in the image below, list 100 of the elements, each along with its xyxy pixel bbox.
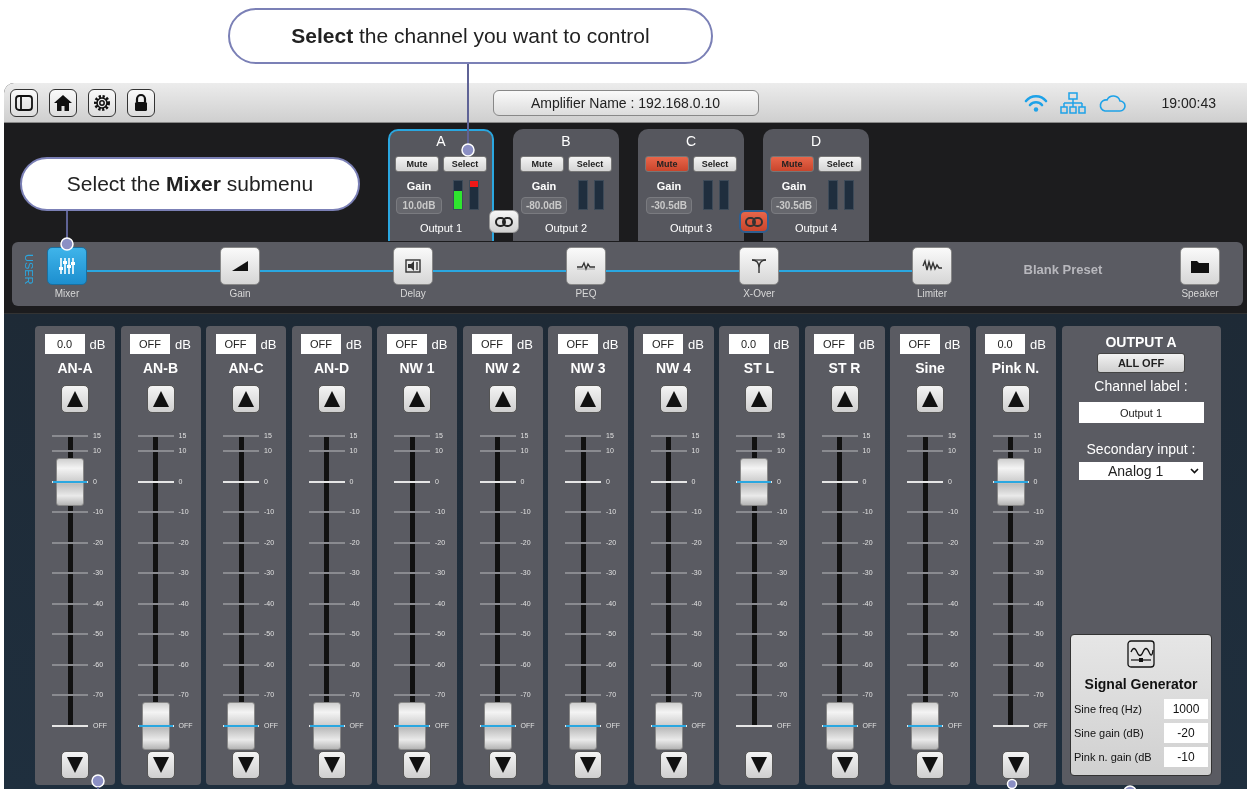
speaker-button[interactable] <box>1180 247 1220 285</box>
stage-button[interactable] <box>739 247 779 285</box>
down-button[interactable] <box>403 751 431 779</box>
stage-button[interactable] <box>393 247 433 285</box>
mute-button[interactable]: Mute <box>645 156 689 172</box>
chevron-down-icon <box>1190 468 1199 474</box>
triangle-down-icon <box>835 756 854 774</box>
network-icon <box>1059 91 1086 114</box>
lock-button[interactable] <box>127 88 155 117</box>
gain-field[interactable]: OFF <box>643 334 684 354</box>
triangle-down-icon <box>1006 756 1025 774</box>
output-title: OUTPUT A <box>1105 334 1177 350</box>
stage-label: Delay <box>400 288 426 299</box>
down-button[interactable] <box>659 751 688 779</box>
down-button[interactable] <box>916 751 944 779</box>
down-button[interactable] <box>1001 751 1030 779</box>
up-button[interactable] <box>488 385 517 413</box>
select-button[interactable]: Select <box>568 156 612 172</box>
up-button[interactable] <box>317 385 346 413</box>
down-button[interactable] <box>146 751 175 779</box>
fader-thumb[interactable] <box>483 702 512 750</box>
down-button[interactable] <box>488 751 517 779</box>
cloud-icon <box>1097 92 1128 113</box>
fader-thumb[interactable] <box>312 702 341 750</box>
channel-letter: C <box>685 133 697 149</box>
gain-field[interactable]: OFF <box>557 334 598 354</box>
callout-bubble: Select the channel you want to control <box>228 8 713 64</box>
gain-field[interactable]: 0.0 <box>728 334 769 354</box>
select-button[interactable]: Select <box>443 156 487 172</box>
triangle-down-icon <box>237 756 255 774</box>
select-button[interactable]: Select <box>818 156 862 172</box>
secondary-input-dropdown[interactable]: Analog 1 <box>1079 462 1203 480</box>
output-card[interactable]: A Mute Select Gain 10.0dB Output 1 <box>388 129 494 241</box>
fader-thumb[interactable] <box>740 458 768 507</box>
up-button[interactable] <box>1001 385 1030 413</box>
stage-button[interactable] <box>47 247 87 285</box>
gain-field[interactable]: OFF <box>301 334 342 354</box>
all-off-button[interactable]: ALL OFF <box>1097 353 1185 373</box>
triangle-down-icon <box>493 756 512 774</box>
device-name-button[interactable]: Amplifier Name : 192.168.0.10 <box>492 89 759 116</box>
generator-value-field[interactable]: -20 <box>1164 723 1208 743</box>
up-button[interactable] <box>830 385 859 413</box>
mute-button[interactable]: Mute <box>770 156 814 172</box>
sidebar-toggle-button[interactable] <box>10 88 38 117</box>
fader-thumb[interactable] <box>56 458 84 507</box>
gain-field[interactable]: OFF <box>472 334 513 354</box>
up-button[interactable] <box>659 385 688 413</box>
fader-thumb[interactable] <box>825 702 854 750</box>
mute-button[interactable]: Mute <box>520 156 564 172</box>
home-button[interactable] <box>49 88 77 117</box>
generator-value-field[interactable]: 1000 <box>1164 699 1208 719</box>
stage-label: PEQ <box>575 288 597 299</box>
gain-field[interactable]: OFF <box>814 334 855 354</box>
gain-field[interactable]: OFF <box>215 334 256 354</box>
down-button[interactable] <box>830 751 859 779</box>
settings-button[interactable] <box>88 88 116 117</box>
channel-letter: B <box>561 133 571 149</box>
gain-field[interactable]: 0.0 <box>985 334 1026 354</box>
down-button[interactable] <box>232 751 260 779</box>
leader-line <box>1006 778 1018 789</box>
up-button[interactable] <box>146 385 175 413</box>
gain-field[interactable]: OFF <box>130 334 171 354</box>
down-button[interactable] <box>317 751 346 779</box>
down-button[interactable] <box>574 751 602 779</box>
select-button[interactable]: Select <box>693 156 737 172</box>
stage-label: Limiter <box>917 288 947 299</box>
up-button[interactable] <box>61 385 89 413</box>
fader-thumb[interactable] <box>911 702 939 750</box>
output-card[interactable]: D Mute Select Gain -30.5dB Output 4 <box>763 129 869 241</box>
fader-thumb[interactable] <box>654 702 683 750</box>
down-button[interactable] <box>745 751 773 779</box>
link-button[interactable] <box>488 210 519 233</box>
mute-button[interactable]: Mute <box>395 156 439 172</box>
up-button[interactable] <box>574 385 602 413</box>
gain-field[interactable]: OFF <box>899 334 940 354</box>
triangle-up-icon <box>579 390 597 408</box>
channel-name: Sine <box>915 360 945 376</box>
generator-field-label: Pink n. gain (dB <box>1074 751 1152 763</box>
up-button[interactable] <box>403 385 431 413</box>
generator-value-field[interactable]: -10 <box>1164 747 1208 767</box>
gain-field[interactable]: OFF <box>386 334 427 354</box>
fader-thumb[interactable] <box>569 702 597 750</box>
down-button[interactable] <box>61 751 89 779</box>
output-card[interactable]: C Mute Select Gain -30.5dB Output 3 <box>638 129 744 241</box>
channel-label-field[interactable]: Output 1 <box>1078 402 1204 423</box>
fader-thumb[interactable] <box>141 702 170 750</box>
up-button[interactable] <box>745 385 773 413</box>
gain-field[interactable]: 0.0 <box>44 334 85 354</box>
output-card[interactable]: B Mute Select Gain -80.0dB Output 2 <box>513 129 619 241</box>
fader-thumb[interactable] <box>996 458 1025 507</box>
up-button[interactable] <box>232 385 260 413</box>
settings-icon <box>92 92 112 113</box>
stage-button[interactable] <box>912 247 952 285</box>
generator-title: Signal Generator <box>1084 676 1198 692</box>
stage-button[interactable] <box>566 247 606 285</box>
fader-thumb[interactable] <box>398 702 426 750</box>
stage-button[interactable] <box>220 247 260 285</box>
fader-thumb[interactable] <box>227 702 255 750</box>
up-button[interactable] <box>916 385 944 413</box>
unit-label: dB <box>431 336 448 352</box>
